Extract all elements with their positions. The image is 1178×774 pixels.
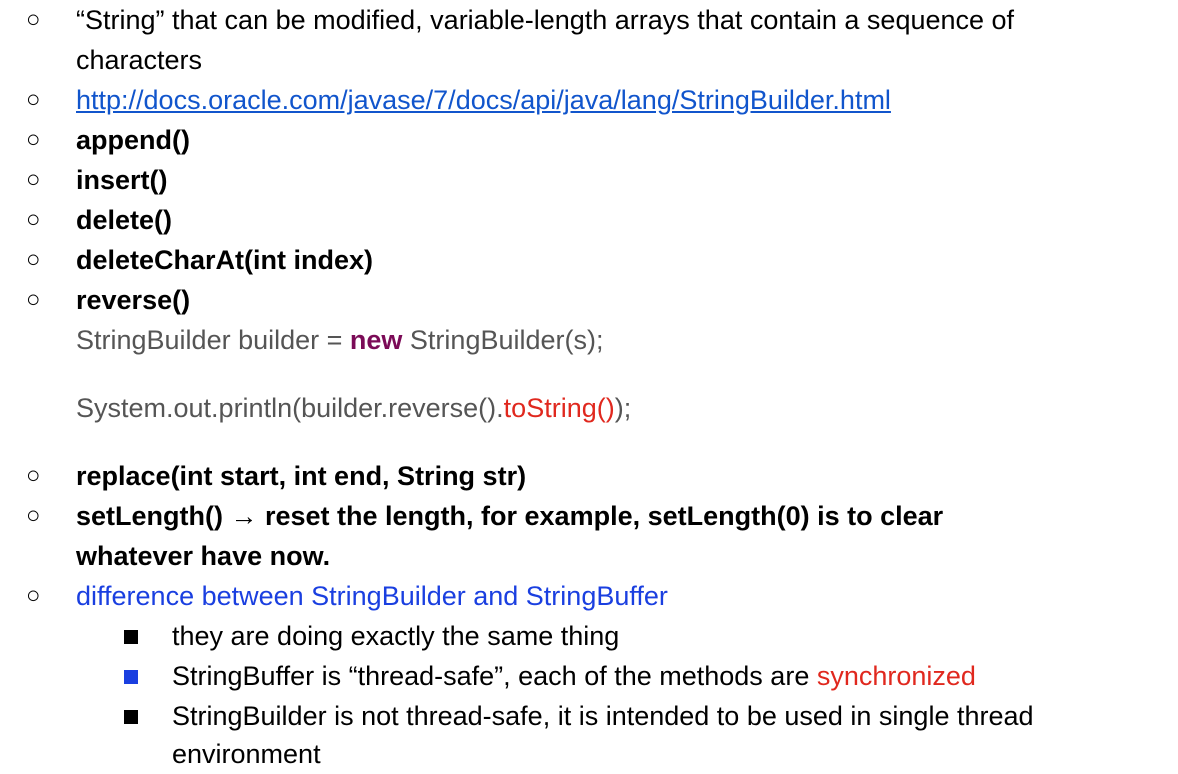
- square-bullet-icon: [124, 710, 138, 724]
- code-keyword-new: new: [349, 325, 403, 355]
- method-reverse: reverse(): [76, 285, 191, 315]
- bullet-icon: ○: [26, 286, 41, 313]
- bullet-icon: ○: [26, 582, 41, 609]
- sub-item-same: they are doing exactly the same thing: [172, 621, 620, 651]
- doc-link[interactable]: http://docs.oracle.com/javase/7/docs/api…: [76, 80, 891, 120]
- bullet-icon: ○: [26, 462, 41, 489]
- code-text: StringBuilder builder =: [76, 325, 350, 355]
- square-bullet-icon: [124, 630, 138, 644]
- sub-item-buffer: StringBuffer is “thread-safe”, each of t…: [172, 656, 976, 696]
- bullet-icon: ○: [26, 126, 41, 153]
- method-replace: replace(int start, int end, String str): [76, 461, 527, 491]
- synchronized-text: synchronized: [816, 661, 976, 691]
- method-append: append(): [76, 125, 190, 155]
- method-deleteCharAt: deleteCharAt(int index): [76, 245, 374, 275]
- bullet-icon: ○: [26, 206, 41, 233]
- method-setLength-line1: setLength() → reset the length, for exam…: [76, 501, 944, 531]
- bullet-icon: ○: [26, 502, 41, 529]
- difference-heading: difference between StringBuilder and Str…: [76, 581, 668, 611]
- code-toString: toString(): [503, 393, 615, 423]
- sub-item-builder-line2: environment: [172, 739, 321, 769]
- string-intro-line2: characters: [76, 45, 203, 75]
- code-line-2: System.out.println(builder.reverse().toS…: [76, 388, 631, 428]
- bullet-icon: ○: [26, 246, 41, 273]
- code-text: );: [614, 393, 632, 423]
- code-text: StringBuilder(s);: [402, 325, 604, 355]
- code-text: System.out.println(builder.reverse().: [76, 393, 504, 423]
- string-intro-line1: “String” that can be modified, variable-…: [76, 5, 1015, 35]
- method-setLength-line2: whatever have now.: [76, 541, 331, 571]
- method-delete: delete(): [76, 205, 173, 235]
- bullet-icon: ○: [26, 86, 41, 113]
- method-insert: insert(): [76, 165, 168, 195]
- sub-item-builder-line1: StringBuilder is not thread-safe, it is …: [172, 701, 1034, 731]
- sub-item-buffer-text: StringBuffer is “thread-safe”, each of t…: [172, 661, 817, 691]
- square-bullet-blue-icon: [124, 670, 138, 684]
- bullet-icon: ○: [26, 6, 41, 33]
- code-line-1: StringBuilder builder = new StringBuilde…: [76, 320, 604, 360]
- bullet-icon: ○: [26, 166, 41, 193]
